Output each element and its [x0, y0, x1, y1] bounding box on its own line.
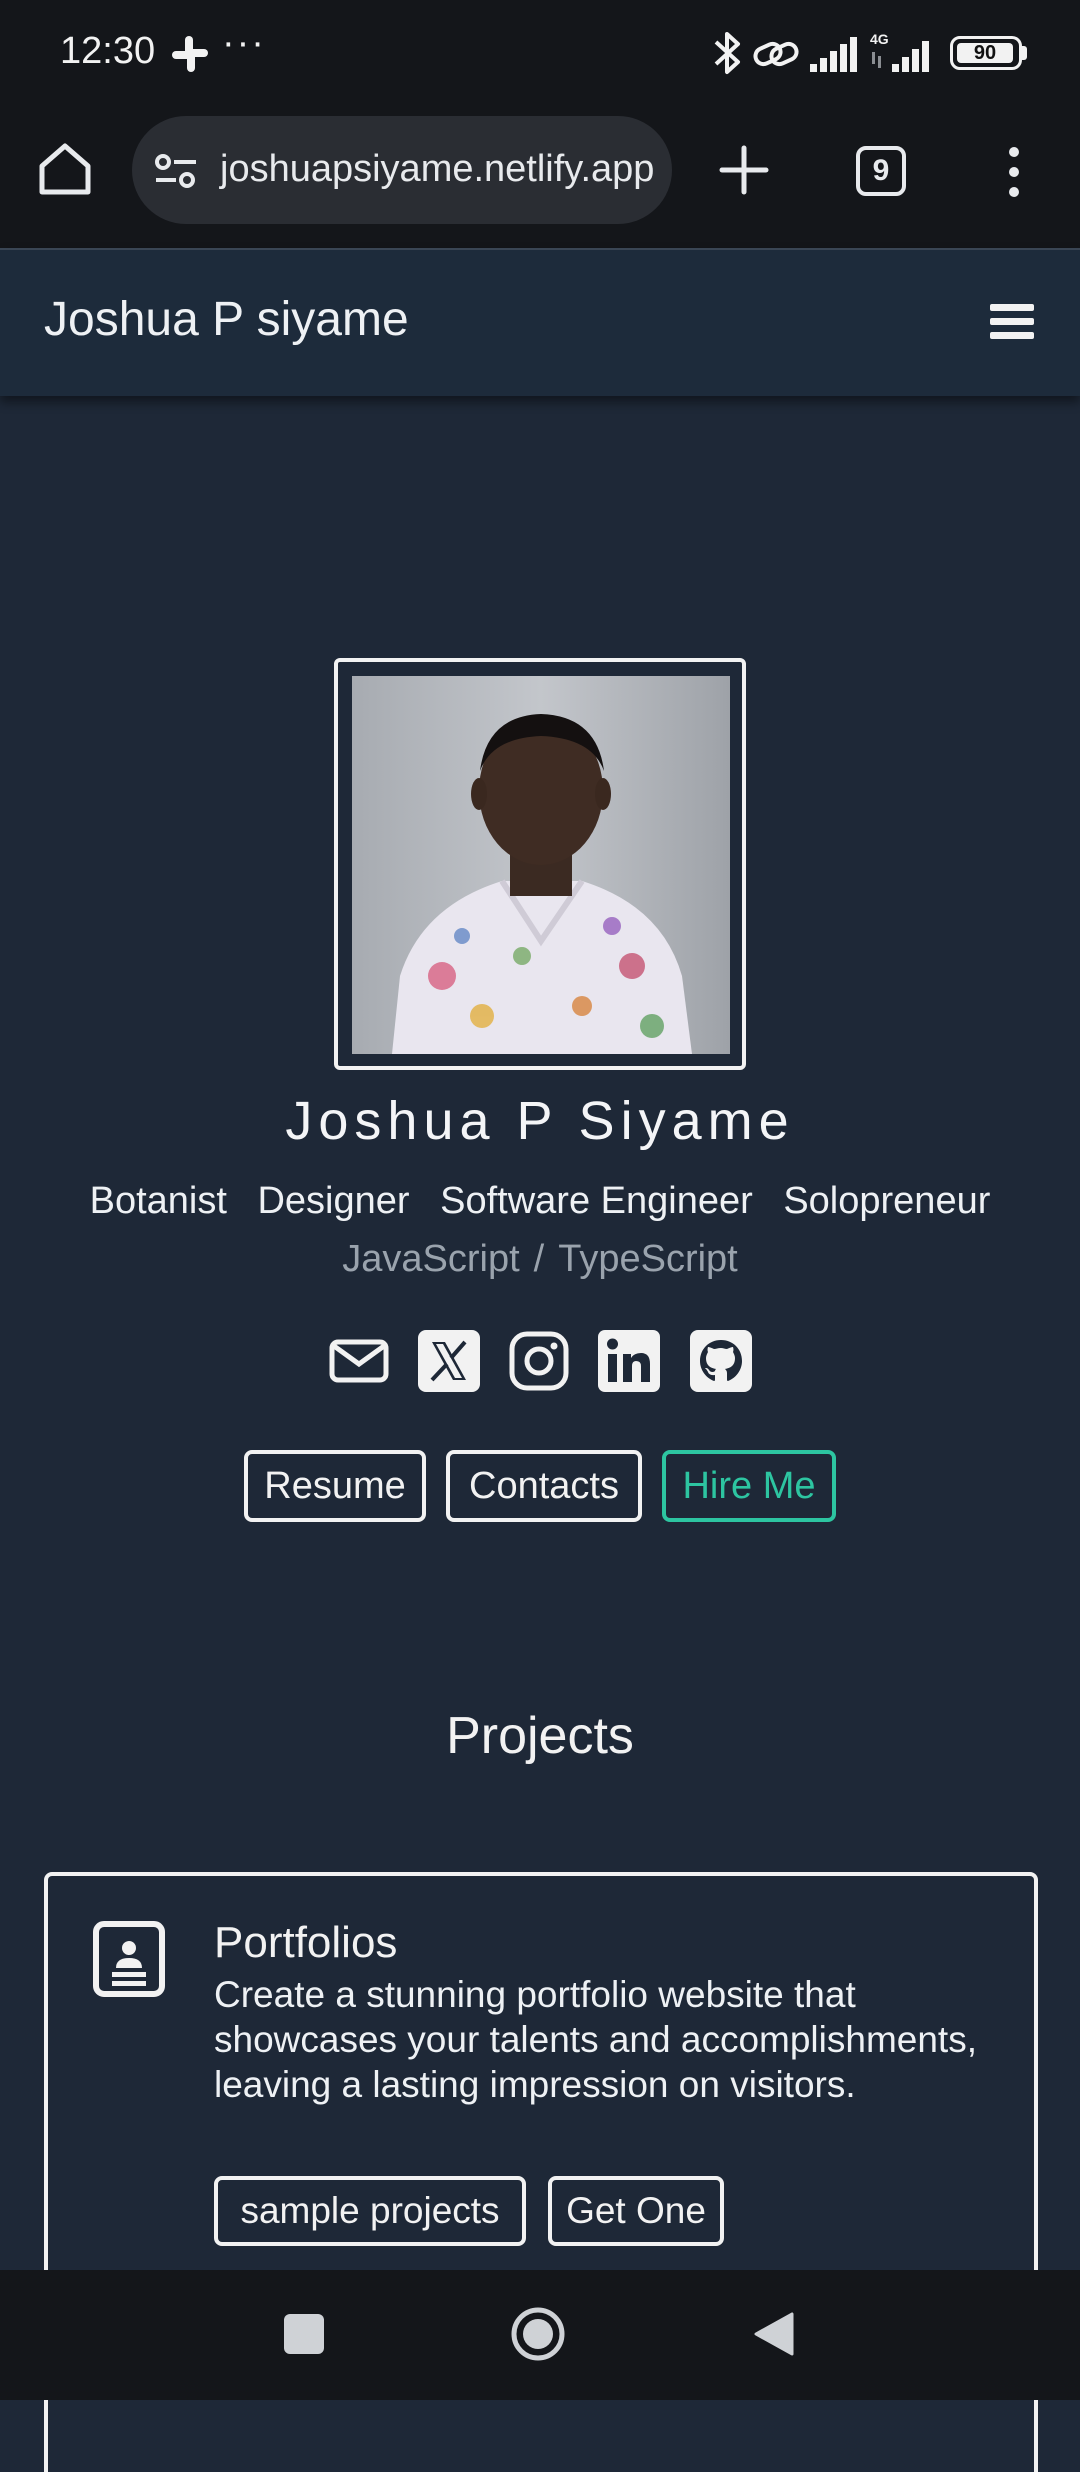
projects-heading: Projects: [446, 1707, 634, 1765]
tab-switcher-button[interactable]: 9: [856, 146, 906, 196]
instagram-icon[interactable]: [508, 1330, 570, 1392]
battery-level: 90: [957, 43, 1013, 63]
plus-icon[interactable]: [716, 142, 772, 198]
slack-icon: [172, 36, 208, 72]
portfolio-document-icon: [93, 1921, 165, 1997]
languages-list: JavaScript / TypeScript: [0, 1238, 1080, 1281]
x-icon[interactable]: [418, 1330, 480, 1392]
roles-list: Botanist Designer Software Engineer Solo…: [0, 1180, 1080, 1223]
language-separator: /: [533, 1238, 545, 1280]
site-settings-icon[interactable]: [154, 152, 198, 190]
hire-me-button[interactable]: Hire Me: [662, 1450, 836, 1522]
get-one-button[interactable]: Get One: [548, 2176, 724, 2246]
site-title[interactable]: Joshua P siyame: [44, 292, 409, 347]
language-javascript: JavaScript: [342, 1238, 520, 1280]
project-title: Portfolios: [214, 1918, 398, 1967]
role-software-engineer: Software Engineer: [440, 1180, 753, 1222]
github-icon[interactable]: [690, 1330, 752, 1392]
home-nav-icon[interactable]: [510, 2306, 566, 2362]
hamburger-menu-icon[interactable]: [990, 302, 1034, 342]
battery-nub: [1022, 46, 1027, 60]
4g-signal-icon: 4G: [870, 31, 929, 72]
role-solopreneur: Solopreneur: [783, 1180, 991, 1222]
url-text[interactable]: joshuapsiyame.netlify.app: [220, 148, 654, 191]
mail-icon[interactable]: [328, 1330, 390, 1392]
profile-name: Joshua P Siyame: [285, 1091, 795, 1151]
battery-icon: 90: [950, 36, 1022, 70]
project-description: Create a stunning portfolio website that…: [214, 1974, 977, 2105]
status-time: 12:30: [60, 30, 156, 72]
home-icon[interactable]: [34, 138, 96, 200]
language-typescript: TypeScript: [558, 1238, 738, 1280]
back-icon[interactable]: [752, 2310, 794, 2358]
role-designer: Designer: [257, 1180, 410, 1222]
sample-projects-button[interactable]: sample projects: [214, 2176, 526, 2246]
more-vert-icon[interactable]: [1000, 146, 1028, 198]
resume-button[interactable]: Resume: [244, 1450, 426, 1522]
status-more-icon: ···: [222, 22, 266, 64]
svg-text:4G: 4G: [870, 31, 889, 47]
signal-icon: [810, 37, 857, 72]
bluetooth-icon: [714, 32, 740, 74]
linkedin-icon[interactable]: [598, 1330, 660, 1392]
link-icon: [753, 41, 799, 67]
recents-button[interactable]: [284, 2314, 324, 2354]
contacts-button[interactable]: Contacts: [446, 1450, 642, 1522]
role-botanist: Botanist: [89, 1180, 227, 1222]
profile-photo: [352, 676, 730, 1054]
